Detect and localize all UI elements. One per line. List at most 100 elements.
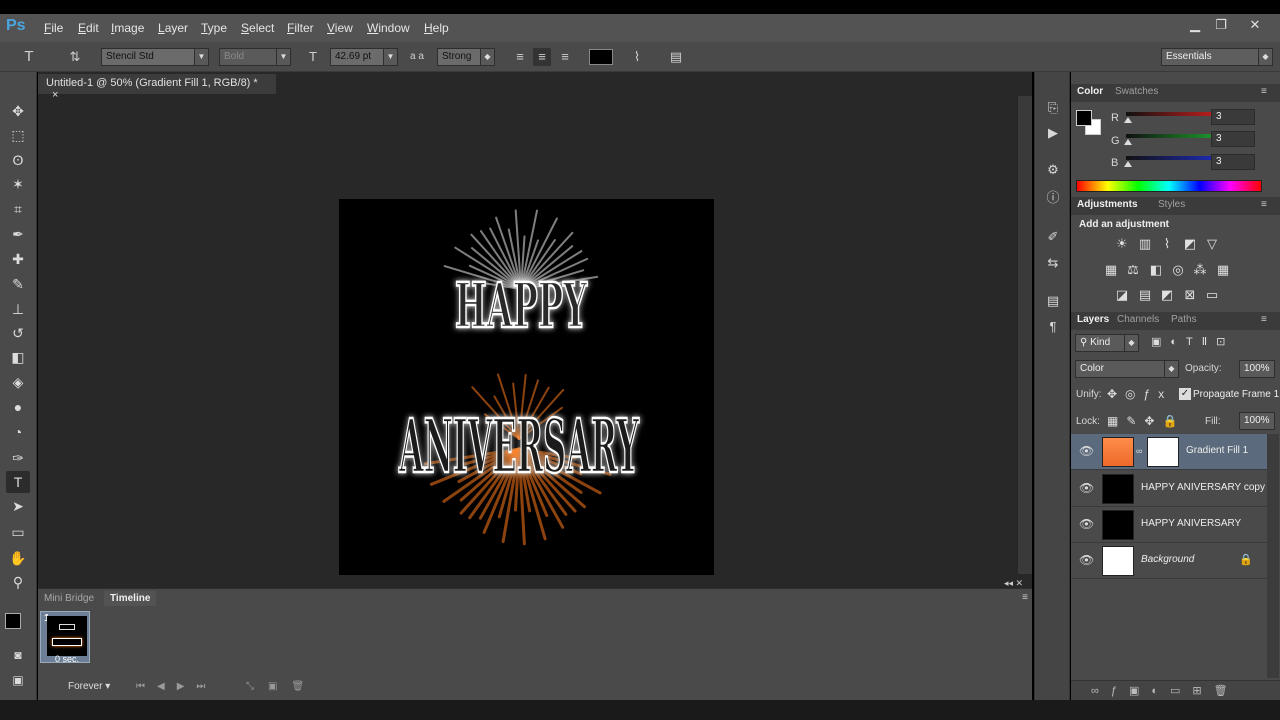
layer-background[interactable]: 👁 Background 🔒 (1071, 543, 1267, 579)
tab-swatches[interactable]: Swatches (1115, 86, 1158, 97)
history-icon[interactable]: ⎘ (1042, 98, 1064, 118)
exposure-icon[interactable]: ◩ (1181, 236, 1199, 252)
type-tool-preset-icon[interactable]: T (20, 48, 38, 66)
layer-mask-thumbnail[interactable] (1147, 437, 1179, 467)
marquee-tool-icon[interactable]: ⬚ (6, 124, 30, 146)
antialias-select[interactable]: Strong ◆ (437, 48, 495, 66)
paint-bucket-tool-icon[interactable]: ◈ (6, 371, 30, 393)
lasso-tool-icon[interactable]: ʘ (6, 149, 30, 171)
eye-icon[interactable]: 👁 (1079, 517, 1094, 531)
brush-tool-icon[interactable]: ✎ (6, 273, 30, 295)
vertical-scrollbar[interactable] (1018, 96, 1032, 574)
hue-saturation-icon[interactable]: ▦ (1102, 262, 1120, 278)
quick-mask-icon[interactable]: ◙ (6, 644, 30, 666)
menu-type[interactable]: Type (201, 21, 227, 35)
tab-layers[interactable]: Layers (1077, 314, 1109, 325)
align-left-icon[interactable]: ≡ (511, 48, 529, 66)
panel-menu-icon[interactable]: ≡ (1261, 86, 1267, 97)
panel-menu-icon[interactable]: ≡ (1261, 314, 1267, 325)
tab-styles[interactable]: Styles (1158, 199, 1185, 210)
levels-icon[interactable]: ▥ (1136, 236, 1154, 252)
invert-icon[interactable]: ◪ (1113, 287, 1131, 303)
frame-controls[interactable]: ⤡▣🗑 (246, 681, 318, 692)
crop-tool-icon[interactable]: ⌗ (6, 198, 30, 220)
zoom-tool-icon[interactable]: ⚲ (6, 571, 30, 593)
layer-name[interactable]: Gradient Fill 1 (1186, 445, 1248, 456)
fill-input[interactable]: 100% (1239, 412, 1275, 430)
opacity-input[interactable]: 100% (1239, 360, 1275, 378)
photo-filter-icon[interactable]: ◎ (1169, 262, 1187, 278)
layers-scrollbar[interactable] (1267, 434, 1279, 678)
brightness-contrast-icon[interactable]: ☀ (1113, 236, 1131, 252)
animation-frame[interactable]: 1 0 sec. (40, 611, 90, 664)
foreground-color-swatch[interactable] (5, 613, 21, 629)
eraser-tool-icon[interactable]: ◧ (6, 346, 30, 368)
blend-mode-select[interactable]: Color ◆ (1075, 360, 1179, 378)
close-window-button[interactable]: ✕ (1240, 17, 1270, 37)
warp-text-icon[interactable]: ⌇ (628, 48, 646, 66)
paragraph-icon[interactable]: ¶ (1042, 317, 1064, 337)
eye-icon[interactable]: 👁 (1079, 553, 1094, 567)
magic-wand-tool-icon[interactable]: ✶ (6, 173, 30, 195)
eye-icon[interactable]: 👁 (1079, 481, 1094, 495)
character-panel-icon[interactable]: ▤ (667, 48, 685, 66)
playback-controls[interactable]: ⏮◀▶⏭ (136, 681, 217, 692)
unify-buttons[interactable]: ✥◎ƒx (1107, 387, 1172, 401)
actions-icon[interactable]: ▶ (1042, 123, 1064, 143)
blur-tool-icon[interactable]: ● (6, 396, 30, 418)
menu-window[interactable]: Window (367, 21, 410, 35)
align-right-icon[interactable]: ≡ (556, 48, 574, 66)
layer-name[interactable]: Background (1141, 554, 1194, 565)
color-lookup-icon[interactable]: ▦ (1214, 262, 1232, 278)
color-balance-icon[interactable]: ⚖ (1124, 262, 1142, 278)
propagate-checkbox[interactable]: ✓ (1179, 388, 1191, 400)
layer-gradient-fill[interactable]: 👁 ∞ Gradient Fill 1 (1071, 434, 1267, 470)
eyedropper-tool-icon[interactable]: ✒ (6, 223, 30, 245)
text-color-swatch[interactable] (589, 49, 613, 65)
tab-channels[interactable]: Channels (1117, 314, 1159, 325)
layer-name[interactable]: HAPPY ANIVERSARY (1141, 518, 1241, 529)
lock-buttons[interactable]: ▦✎✥🔒 (1107, 414, 1185, 428)
black-white-icon[interactable]: ◧ (1147, 262, 1165, 278)
panel-menu-icon[interactable]: ≡ (1022, 592, 1028, 603)
layer-happy-aniversary-copy[interactable]: 👁 HAPPY ANIVERSARY copy (1071, 471, 1267, 507)
menu-file[interactable]: File (44, 21, 63, 35)
layer-footer-buttons[interactable]: ∞ƒ▣◐▭⊞🗑 (1091, 684, 1240, 697)
color-spectrum-ramp[interactable] (1076, 180, 1262, 192)
menu-help[interactable]: Help (424, 21, 449, 35)
tab-color[interactable]: Color (1077, 86, 1103, 97)
menu-view[interactable]: View (327, 21, 353, 35)
pen-tool-icon[interactable]: ✑ (6, 447, 30, 469)
chain-link-icon[interactable]: ∞ (1136, 446, 1142, 456)
brush-presets-icon[interactable]: ✐ (1042, 227, 1064, 247)
foreground-color-chip[interactable] (1076, 110, 1092, 126)
text-orientation-icon[interactable]: ⇅ (66, 48, 84, 66)
font-size-input[interactable]: 42.69 pt ▼ (330, 48, 398, 66)
red-value-input[interactable]: 3 (1211, 109, 1255, 125)
tab-adjustments[interactable]: Adjustments (1077, 199, 1138, 210)
layer-happy-aniversary[interactable]: 👁 HAPPY ANIVERSARY (1071, 507, 1267, 543)
menu-layer[interactable]: Layer (158, 21, 188, 35)
dodge-tool-icon[interactable]: ◔ (6, 421, 30, 443)
menu-image[interactable]: Image (111, 21, 144, 35)
blue-slider-thumb[interactable] (1124, 161, 1132, 167)
clone-source-icon[interactable]: ⇆ (1042, 253, 1064, 273)
rectangle-tool-icon[interactable]: ▭ (6, 521, 30, 543)
menu-filter[interactable]: Filter (287, 21, 314, 35)
channel-mixer-icon[interactable]: ⁂ (1191, 262, 1209, 278)
green-slider-thumb[interactable] (1124, 139, 1132, 145)
selective-color-icon[interactable]: ⊠ (1181, 287, 1199, 303)
workspace-select[interactable]: Essentials ◆ (1161, 48, 1273, 66)
threshold-icon[interactable]: ◩ (1158, 287, 1176, 303)
eye-icon[interactable]: 👁 (1079, 444, 1094, 458)
screen-mode-icon[interactable]: ▣ (6, 669, 30, 691)
hand-tool-icon[interactable]: ✋ (6, 547, 30, 569)
layer-name[interactable]: HAPPY ANIVERSARY copy (1141, 482, 1265, 493)
panel-menu-icon[interactable]: ≡ (1261, 199, 1267, 210)
restore-button[interactable]: ❐ (1206, 17, 1236, 37)
vibrance-icon[interactable]: ▽ (1203, 236, 1221, 252)
path-selection-tool-icon[interactable]: ➤ (6, 495, 30, 517)
curves-icon[interactable]: ⌇ (1158, 236, 1176, 252)
type-tool-icon[interactable]: T (6, 471, 30, 493)
tab-mini-bridge[interactable]: Mini Bridge (38, 591, 100, 606)
